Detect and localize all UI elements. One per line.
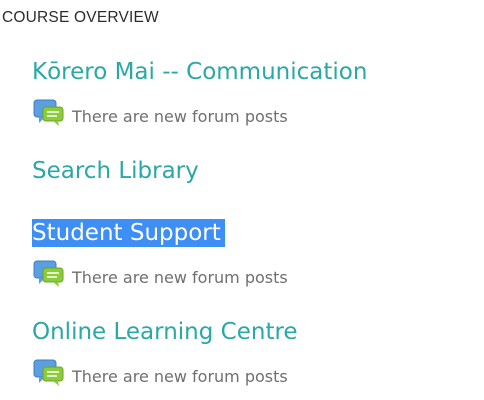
forum-notice: There are new forum posts <box>32 98 367 132</box>
course-link-korero-mai[interactable]: Kōrero Mai -- Communication <box>32 58 367 86</box>
course-item: Online Learning Centre There are new for… <box>32 318 298 392</box>
course-item: Kōrero Mai -- Communication There are ne… <box>32 58 367 132</box>
forum-notice-text: There are new forum posts <box>72 107 288 126</box>
forum-notice: There are new forum posts <box>32 259 288 293</box>
forum-notice: There are new forum posts <box>32 358 298 392</box>
course-item: Search Library <box>32 157 199 185</box>
forum-posts-icon[interactable] <box>32 98 66 130</box>
forum-notice-text: There are new forum posts <box>72 367 288 386</box>
course-link-student-support[interactable]: Student Support <box>32 219 225 247</box>
course-link-online-learning-centre[interactable]: Online Learning Centre <box>32 318 298 346</box>
course-link-search-library[interactable]: Search Library <box>32 157 199 185</box>
course-overview-heading: COURSE OVERVIEW <box>2 9 159 26</box>
forum-notice-text: There are new forum posts <box>72 268 288 287</box>
forum-posts-icon[interactable] <box>32 358 66 390</box>
forum-posts-icon[interactable] <box>32 259 66 291</box>
course-item: Student Support There are new forum post… <box>32 219 288 293</box>
